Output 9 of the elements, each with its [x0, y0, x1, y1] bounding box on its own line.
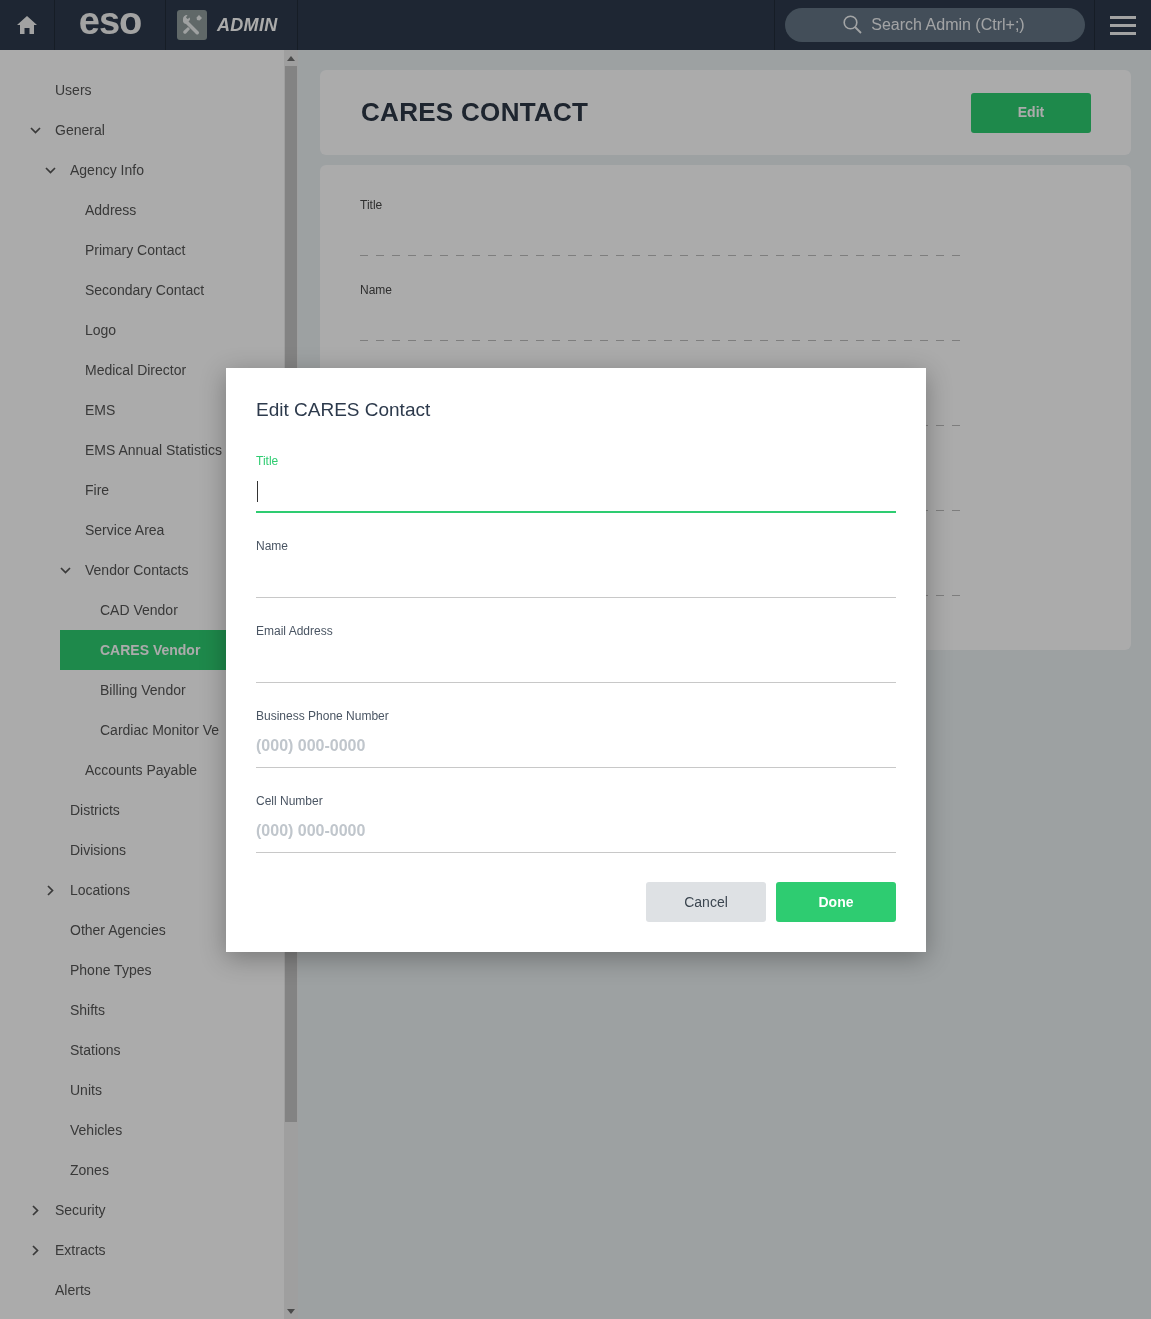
field-label: Title [256, 453, 279, 469]
field-label: Business Phone Number [256, 708, 389, 724]
app-name: ADMIN [217, 13, 278, 37]
field-label: Name [360, 282, 392, 298]
dialog-title: Edit CARES Contact [256, 398, 431, 422]
page-title: CARES CONTACT [361, 96, 589, 129]
field-label: Cell Number [256, 793, 323, 809]
field-label: Name [256, 538, 288, 554]
field-label: Title [360, 197, 383, 213]
